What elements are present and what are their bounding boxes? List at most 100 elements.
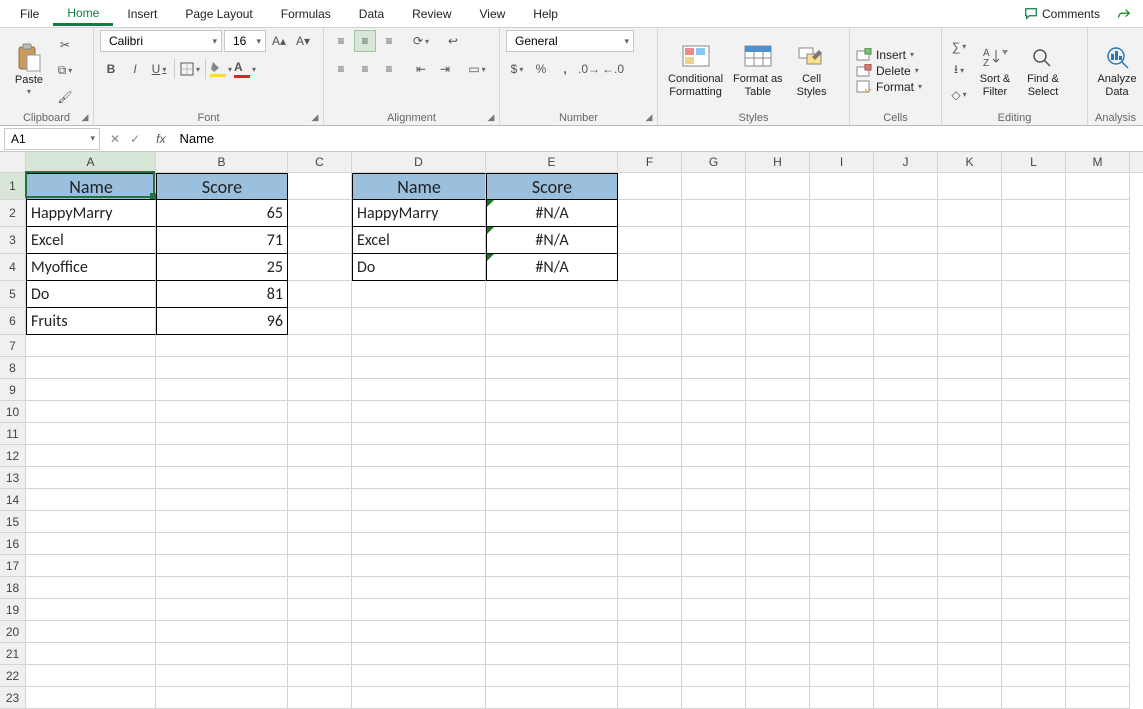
cell[interactable] [156,423,288,445]
cell[interactable] [682,335,746,357]
wrap-text-button[interactable]: ↩ [442,30,464,52]
cell[interactable] [1066,621,1130,643]
font-size-combo[interactable]: ▾ [224,30,266,52]
cell[interactable] [288,533,352,555]
tab-review[interactable]: Review [398,3,465,24]
cell[interactable] [618,489,682,511]
enter-formula-button[interactable]: ✓ [130,132,140,146]
share-button[interactable] [1111,7,1137,21]
cell[interactable] [26,423,156,445]
cell[interactable] [26,687,156,709]
cell[interactable] [810,643,874,665]
cell[interactable] [682,467,746,489]
cell[interactable] [618,401,682,423]
cell[interactable] [810,254,874,281]
cell[interactable] [486,643,618,665]
column-header[interactable]: K [938,152,1002,172]
cell[interactable] [618,577,682,599]
cell[interactable] [288,254,352,281]
cell[interactable] [1002,401,1066,423]
cell[interactable] [682,254,746,281]
row-header[interactable]: 19 [0,599,26,621]
cell[interactable] [746,621,810,643]
cell[interactable] [1066,687,1130,709]
cell[interactable] [938,555,1002,577]
cell[interactable] [352,423,486,445]
cell[interactable] [288,200,352,227]
cell[interactable] [352,401,486,423]
cell[interactable] [1002,665,1066,687]
table-cell[interactable]: 81 [156,281,288,308]
cell[interactable] [288,379,352,401]
cell[interactable] [288,687,352,709]
cell[interactable] [746,577,810,599]
cell[interactable] [486,665,618,687]
font-size-input[interactable] [231,33,250,49]
cell[interactable] [874,281,938,308]
cell[interactable] [288,665,352,687]
clipboard-launcher[interactable]: ◢ [79,111,91,123]
cell[interactable] [810,423,874,445]
cell[interactable] [1066,511,1130,533]
cell[interactable] [26,577,156,599]
column-header[interactable]: C [288,152,352,172]
cell[interactable] [288,555,352,577]
cell[interactable] [618,423,682,445]
cell[interactable] [1066,533,1130,555]
cell[interactable] [746,401,810,423]
cell[interactable] [618,687,682,709]
cell[interactable] [874,357,938,379]
cell[interactable] [1002,621,1066,643]
cell[interactable] [156,445,288,467]
cell[interactable] [938,173,1002,200]
cancel-formula-button[interactable]: ✕ [110,132,120,146]
cell[interactable] [938,401,1002,423]
cell[interactable] [1002,357,1066,379]
cell[interactable] [1066,173,1130,200]
cell[interactable] [938,643,1002,665]
cell[interactable] [682,423,746,445]
copy-button[interactable]: ⧉ [54,60,76,82]
row-header[interactable]: 14 [0,489,26,511]
font-name-input[interactable] [107,33,206,49]
cell[interactable] [746,308,810,335]
tab-view[interactable]: View [466,3,520,24]
cell[interactable] [352,533,486,555]
row-header[interactable]: 15 [0,511,26,533]
cell[interactable] [26,379,156,401]
cell[interactable] [810,445,874,467]
row-header[interactable]: 17 [0,555,26,577]
cell[interactable] [938,281,1002,308]
cell[interactable] [746,173,810,200]
cell[interactable] [874,379,938,401]
row-header[interactable]: 6 [0,308,26,335]
cell[interactable] [874,227,938,254]
cell[interactable] [746,335,810,357]
cell[interactable] [682,401,746,423]
cell[interactable] [810,308,874,335]
cell[interactable] [352,335,486,357]
clear-button[interactable]: ◇ [948,84,970,106]
cell[interactable] [746,489,810,511]
cell[interactable] [156,577,288,599]
cell[interactable] [352,643,486,665]
cell[interactable] [288,577,352,599]
cell[interactable] [682,621,746,643]
table-cell[interactable]: Do [26,281,156,308]
row-header[interactable]: 1 [0,173,26,200]
cell[interactable] [1066,599,1130,621]
cell[interactable] [618,555,682,577]
merge-center-button[interactable]: ▭ [466,58,488,80]
cell[interactable] [288,357,352,379]
cell[interactable] [810,227,874,254]
row-header[interactable]: 8 [0,357,26,379]
cell[interactable] [1002,599,1066,621]
cell[interactable] [682,643,746,665]
cell[interactable] [810,489,874,511]
underline-button[interactable]: U [148,58,170,80]
cell[interactable] [938,357,1002,379]
cell[interactable] [352,577,486,599]
column-header[interactable]: J [874,152,938,172]
cell[interactable] [486,555,618,577]
cell[interactable] [486,379,618,401]
